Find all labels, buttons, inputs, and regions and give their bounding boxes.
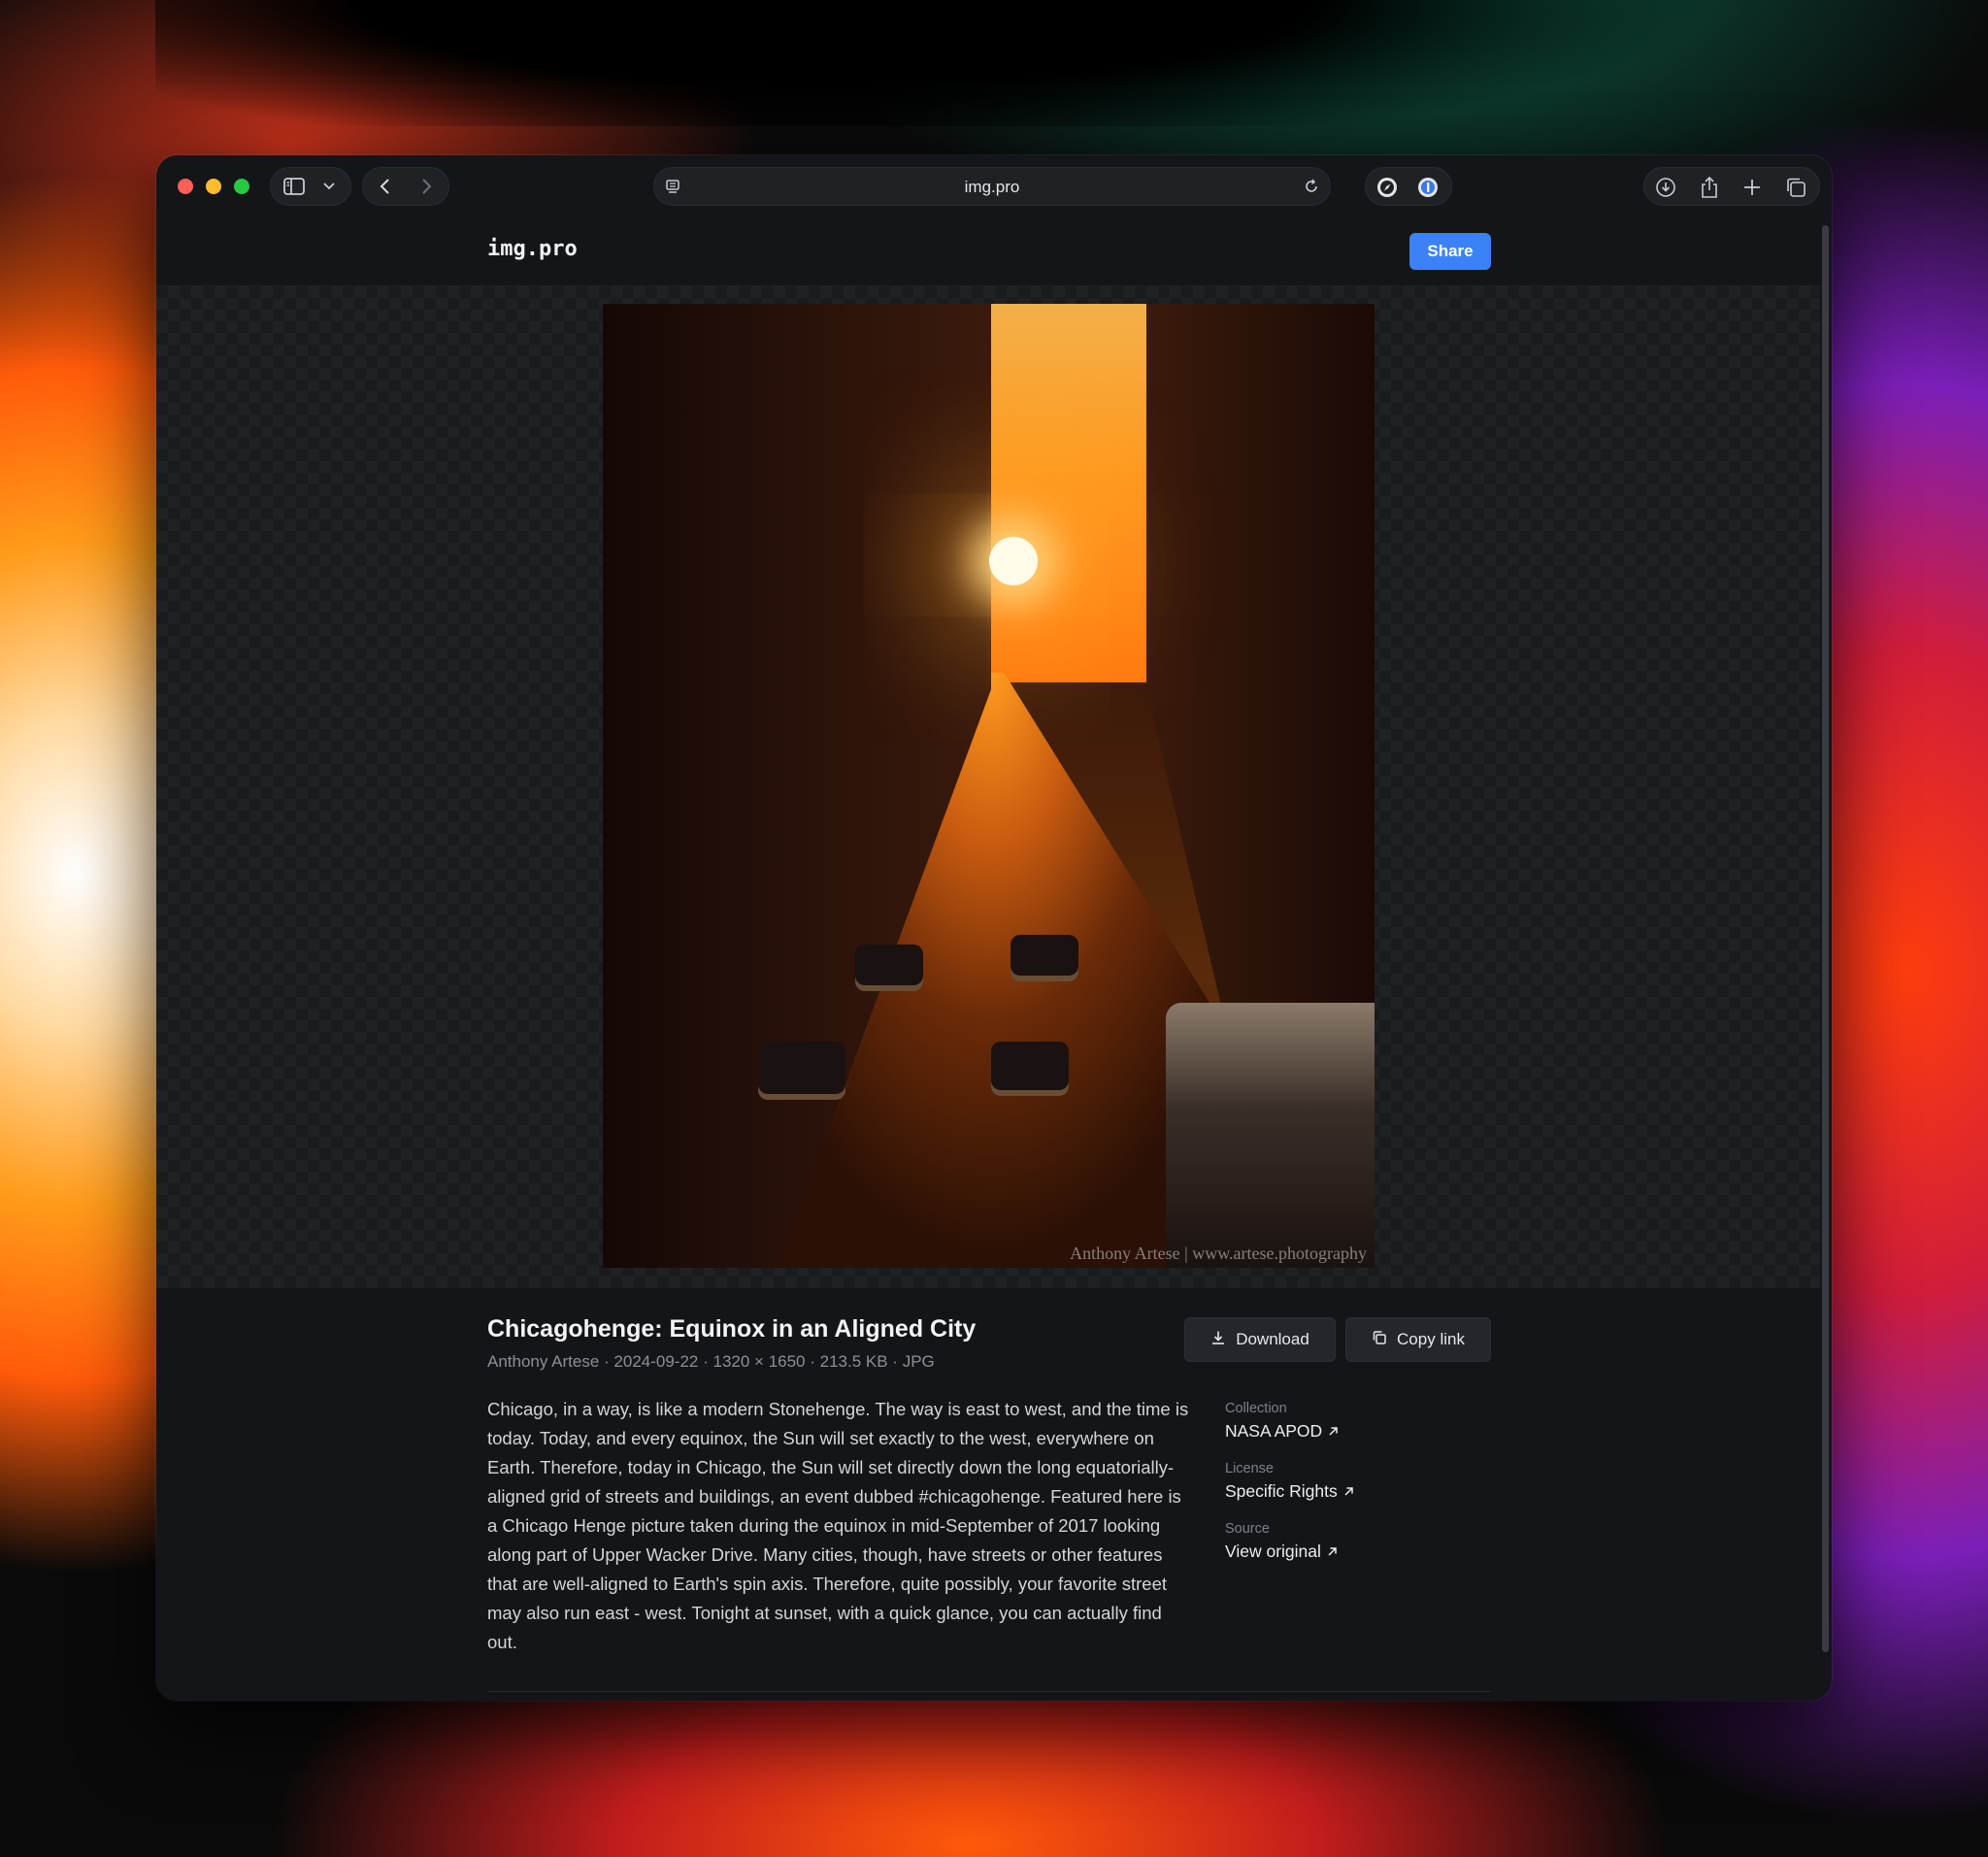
tab-overview-icon[interactable]: [1784, 176, 1807, 199]
sidebar-icon[interactable]: [282, 177, 306, 196]
page-scrollbar[interactable]: [1820, 217, 1830, 1701]
scrollbar-thumb[interactable]: [1822, 225, 1829, 1652]
image-description: Chicago, in a way, is like a modern Ston…: [487, 1399, 1189, 1652]
source-label: Source: [1225, 1521, 1270, 1537]
browser-actions-group: [1643, 167, 1820, 206]
app-logo[interactable]: img.pro: [487, 237, 578, 261]
photo-car: [991, 1042, 1069, 1096]
compass-extension-icon[interactable]: [1375, 176, 1399, 199]
photo-car: [1011, 935, 1078, 981]
app-header: img.pro Share: [156, 217, 1820, 286]
chevron-down-icon[interactable]: [319, 179, 339, 194]
copy-link-button[interactable]: Copy link: [1345, 1317, 1491, 1362]
section-divider: [487, 1691, 1491, 1692]
browser-toolbar: img.pro: [156, 155, 1832, 218]
photo-car: [758, 1042, 845, 1100]
copy-link-label: Copy link: [1397, 1330, 1465, 1348]
collection-value[interactable]: NASA APOD: [1225, 1421, 1322, 1442]
photo-car: [855, 945, 923, 991]
navigation-group: [362, 167, 449, 206]
license-group: License Specific Rights: [1225, 1461, 1497, 1502]
downloads-icon[interactable]: [1654, 176, 1677, 199]
minimize-window-button[interactable]: [206, 179, 221, 194]
external-link-icon: [1343, 1481, 1354, 1502]
image-details: Chicagohenge: Equinox in an Aligned City…: [156, 1288, 1820, 1701]
meta-format: JPG: [902, 1352, 935, 1371]
photo-bus: [1166, 1003, 1375, 1268]
external-link-icon: [1327, 1542, 1338, 1562]
license-link[interactable]: Specific Rights: [1225, 1481, 1354, 1502]
password-extension-icon[interactable]: [1416, 176, 1440, 199]
license-label: License: [1225, 1461, 1274, 1476]
download-label: Download: [1236, 1330, 1309, 1348]
meta-dimensions: 1320 × 1650: [712, 1352, 806, 1371]
external-link-icon: [1328, 1421, 1339, 1442]
image-viewer: Anthony Artese | www.artese.photography: [156, 286, 1820, 1288]
meta-size: 213.5 KB: [819, 1352, 888, 1371]
back-icon[interactable]: [375, 177, 394, 196]
license-value[interactable]: Specific Rights: [1225, 1481, 1338, 1502]
photo-sky: [962, 304, 1171, 682]
meta-separator: ·: [887, 1352, 903, 1371]
reload-icon[interactable]: [1303, 178, 1320, 195]
image-meta: Anthony Artese · 2024-09-22 · 1320 × 165…: [487, 1352, 935, 1372]
download-icon: [1210, 1330, 1226, 1350]
collection-group: Collection NASA APOD: [1225, 1401, 1497, 1442]
browser-window: img.pro img.pro Share Anthony Artese | w…: [156, 155, 1832, 1701]
extensions-group: [1365, 167, 1452, 206]
source-value[interactable]: View original: [1225, 1542, 1321, 1562]
collection-link[interactable]: NASA APOD: [1225, 1421, 1339, 1442]
photo-sun: [989, 537, 1038, 585]
wallpaper-shadow: [155, 0, 1903, 126]
copy-icon: [1372, 1330, 1387, 1350]
meta-separator: ·: [599, 1352, 614, 1371]
address-text[interactable]: img.pro: [654, 178, 1330, 197]
new-tab-icon[interactable]: [1740, 176, 1764, 199]
share-icon[interactable]: [1698, 175, 1721, 200]
meta-date: 2024-09-22: [613, 1352, 699, 1371]
meta-separator: ·: [698, 1352, 713, 1371]
meta-author: Anthony Artese: [487, 1352, 600, 1371]
meta-separator: ·: [805, 1352, 820, 1371]
download-button[interactable]: Download: [1184, 1317, 1336, 1362]
share-button[interactable]: Share: [1409, 233, 1491, 270]
close-window-button[interactable]: [178, 179, 193, 194]
image-title: Chicagohenge: Equinox in an Aligned City: [487, 1315, 977, 1343]
zoom-window-button[interactable]: [234, 179, 249, 194]
photo: Anthony Artese | www.artese.photography: [603, 304, 1375, 1268]
image-properties: Collection NASA APOD License Specific Ri…: [1225, 1401, 1497, 1581]
forward-icon[interactable]: [417, 177, 437, 196]
address-bar[interactable]: img.pro: [653, 167, 1331, 206]
collection-label: Collection: [1225, 1401, 1287, 1416]
photo-watermark: Anthony Artese | www.artese.photography: [1070, 1244, 1367, 1263]
source-group: Source View original: [1225, 1521, 1497, 1562]
sidebar-toggle-group: [270, 167, 351, 206]
source-link[interactable]: View original: [1225, 1542, 1338, 1562]
